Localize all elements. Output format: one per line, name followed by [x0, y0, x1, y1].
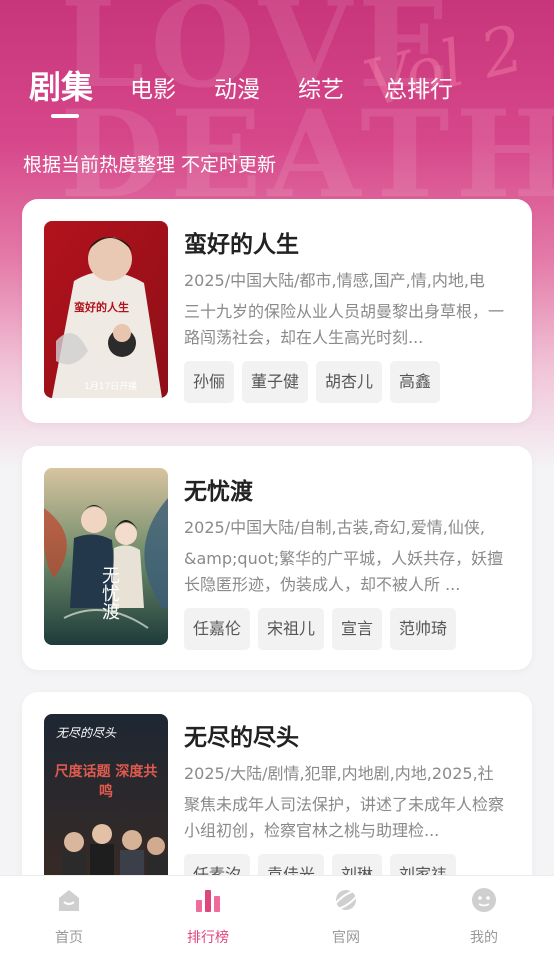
drama-description: &amp;quot;繁华的广平城，人妖共存，妖擅长隐匿形迹，伪装成人，却不被人所…: [184, 549, 504, 594]
poster-title: 蛮好的人生: [74, 301, 129, 314]
drama-poster[interactable]: 无忧渡: [44, 468, 168, 645]
drama-meta: 2025/中国大陆/自制,古装,奇幻,爱情,仙侠,: [184, 518, 485, 537]
drama-poster[interactable]: 无尽的尽头 尺度话题 深度共鸣: [44, 714, 168, 891]
tab-anime[interactable]: 动漫: [214, 70, 260, 104]
drama-title[interactable]: 蛮好的人生: [184, 225, 299, 259]
drama-title[interactable]: 无尽的尽头: [184, 718, 299, 752]
cast-tag[interactable]: 宣言: [332, 608, 383, 650]
cast-tag[interactable]: 董子健: [242, 361, 309, 403]
nav-ranking[interactable]: 排行榜: [148, 876, 268, 953]
nav-label: 首页: [55, 930, 83, 946]
cast-tag[interactable]: 宋祖儿: [258, 608, 325, 650]
drama-card[interactable]: 无忧渡 无忧渡 2025/中国大陆/自制,古装,奇幻,爱情,仙侠, &amp;q…: [22, 446, 532, 670]
tab-overall-ranking[interactable]: 总排行: [384, 70, 453, 104]
cast-tag[interactable]: 范帅琦: [390, 608, 457, 650]
ranking-icon: [196, 890, 220, 912]
bottom-navigation: 首页 排行榜 官网 我的: [0, 875, 554, 953]
tab-variety[interactable]: 综艺: [298, 70, 344, 104]
ranking-subtitle: 根据当前热度整理 不定时更新: [23, 154, 277, 176]
drama-description: 三十九岁的保险从业人员胡曼黎出身草根，一路闯荡社会，却在人生高光时刻...: [184, 302, 505, 347]
cast-tag[interactable]: 孙俪: [184, 361, 235, 403]
drama-card[interactable]: 蛮好的人生 1月17日开播 蛮好的人生 2025/中国大陆/都市,情感,国产,情…: [22, 199, 532, 423]
poster-caption: 1月17日开播: [84, 382, 138, 392]
cast-tags: 孙俪 董子健 胡杏儿 高鑫: [184, 361, 441, 403]
poster-title: 无尽的尽头: [56, 726, 117, 740]
poster-caption: 尺度话题 深度共鸣: [54, 764, 158, 800]
cast-tags: 任嘉伦 宋祖儿 宣言 范帅琦: [184, 608, 457, 650]
poster-title: 无忧渡: [99, 566, 120, 620]
cast-tag[interactable]: 胡杏儿: [316, 361, 383, 403]
tab-series[interactable]: 剧集: [29, 62, 93, 108]
drama-meta: 2025/大陆/剧情,犯罪,内地剧,内地,2025,社: [184, 764, 494, 783]
drama-title[interactable]: 无忧渡: [184, 472, 253, 506]
nav-official-site[interactable]: 官网: [286, 876, 406, 953]
nav-label: 我的: [470, 930, 498, 946]
cast-tag[interactable]: 高鑫: [390, 361, 441, 403]
nav-profile[interactable]: 我的: [424, 876, 544, 953]
nav-label: 排行榜: [187, 930, 229, 946]
home-icon: [59, 890, 79, 911]
drama-meta: 2025/中国大陆/都市,情感,国产,情,内地,电: [184, 271, 485, 290]
drama-poster[interactable]: 蛮好的人生 1月17日开播: [44, 221, 168, 398]
cast-tag[interactable]: 任嘉伦: [184, 608, 251, 650]
nav-label: 官网: [332, 930, 360, 946]
active-tab-indicator: [51, 114, 79, 118]
tab-movies[interactable]: 电影: [130, 70, 176, 104]
planet-icon: [333, 890, 359, 910]
nav-home[interactable]: 首页: [9, 876, 129, 953]
profile-icon: [472, 888, 496, 912]
category-tabs: 剧集 电影 动漫 综艺 总排行: [0, 60, 554, 120]
drama-description: 聚焦未成年人司法保护，讲述了未成年人检察小组初创，检察官林之桃与助理检...: [184, 795, 505, 840]
